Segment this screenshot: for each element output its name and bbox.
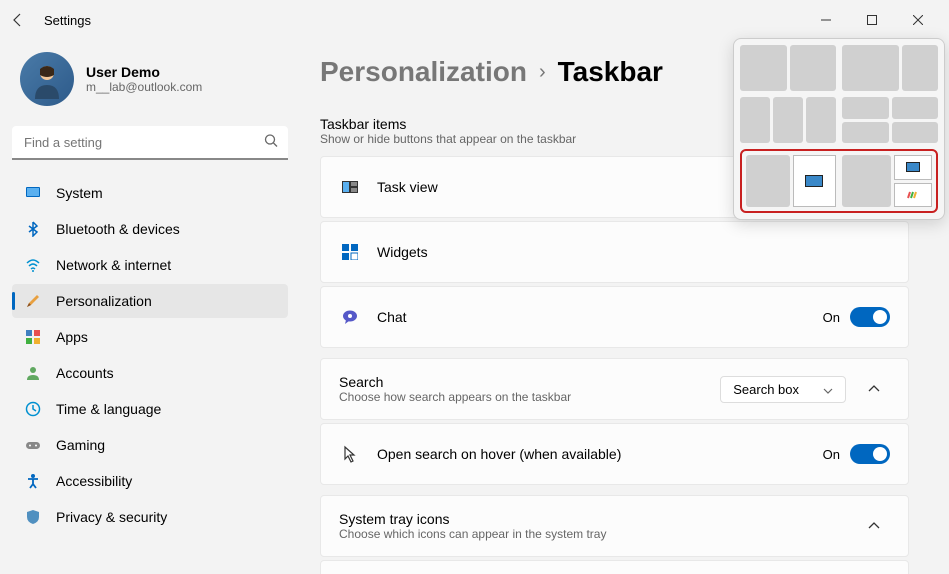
- snap-preview-icon: [894, 155, 932, 180]
- tray-section: System tray icons Choose which icons can…: [320, 495, 909, 557]
- nav-label: Network & internet: [56, 257, 171, 273]
- nav: System Bluetooth & devices Network & int…: [12, 176, 288, 534]
- nav-bluetooth[interactable]: Bluetooth & devices: [12, 212, 288, 246]
- snap-layout-3col[interactable]: [740, 97, 836, 143]
- accessibility-icon: [24, 472, 42, 490]
- search-input[interactable]: [12, 126, 288, 160]
- nav-privacy[interactable]: Privacy & security: [12, 500, 288, 534]
- tray-expand-button[interactable]: [858, 510, 890, 542]
- nav-label: Time & language: [56, 401, 161, 417]
- nav-label: Accessibility: [56, 473, 132, 489]
- search-appearance-dropdown[interactable]: Search box: [720, 376, 846, 403]
- titlebar: Settings: [0, 0, 949, 40]
- chat-label: Chat: [377, 309, 823, 325]
- snap-layouts-overlay: [733, 38, 945, 220]
- nav-apps[interactable]: Apps: [12, 320, 288, 354]
- breadcrumb-parent[interactable]: Personalization: [320, 56, 527, 88]
- search-hover-toggle[interactable]: [850, 444, 890, 464]
- sidebar: User Demo m__lab@outlook.com System Blue…: [0, 40, 300, 574]
- snap-layout-active-1[interactable]: [746, 155, 836, 207]
- nav-label: Apps: [56, 329, 88, 345]
- snap-layout-2col-wide[interactable]: [842, 45, 938, 91]
- nav-system[interactable]: System: [12, 176, 288, 210]
- apps-icon: [24, 328, 42, 346]
- snap-layout-2col[interactable]: [740, 45, 836, 91]
- cursor-icon: [339, 445, 361, 463]
- search-box: [12, 126, 288, 160]
- nav-personalization[interactable]: Personalization: [12, 284, 288, 318]
- clock-icon: [24, 400, 42, 418]
- chat-icon: [339, 309, 361, 325]
- snap-highlight-row: [740, 149, 938, 213]
- snap-preview-icon: [894, 183, 932, 208]
- shield-icon: [24, 508, 42, 526]
- widgets-label: Widgets: [377, 244, 890, 260]
- chat-toggle[interactable]: [850, 307, 890, 327]
- search-section: Search Choose how search appears on the …: [320, 358, 909, 420]
- nav-label: System: [56, 185, 103, 201]
- chat-setting: Chat On: [320, 286, 909, 348]
- chevron-right-icon: ›: [539, 61, 546, 84]
- close-button[interactable]: [895, 4, 941, 36]
- system-icon: [24, 184, 42, 202]
- search-expand-button[interactable]: [858, 373, 890, 405]
- breadcrumb-current: Taskbar: [558, 56, 663, 88]
- nav-label: Accounts: [56, 365, 114, 381]
- brush-icon: [24, 292, 42, 310]
- person-icon: [24, 364, 42, 382]
- snap-preview-icon: [793, 155, 837, 207]
- bluetooth-icon: [24, 220, 42, 238]
- widgets-icon: [339, 244, 361, 260]
- nav-label: Personalization: [56, 293, 152, 309]
- pen-menu-setting: Pen menu Show pen menu icon when pen is …: [320, 560, 909, 574]
- snap-layout-active-2[interactable]: [842, 155, 932, 207]
- nav-accessibility[interactable]: Accessibility: [12, 464, 288, 498]
- chevron-down-icon: [823, 382, 833, 397]
- search-hover-label: Open search on hover (when available): [377, 446, 823, 462]
- avatar: [20, 52, 74, 106]
- profile-email: m__lab@outlook.com: [86, 80, 202, 94]
- nav-label: Gaming: [56, 437, 105, 453]
- chat-toggle-label: On: [823, 310, 840, 325]
- nav-label: Bluetooth & devices: [56, 221, 180, 237]
- profile-name: User Demo: [86, 64, 202, 80]
- back-button[interactable]: [8, 10, 28, 30]
- profile[interactable]: User Demo m__lab@outlook.com: [12, 40, 288, 126]
- search-hover-toggle-label: On: [823, 447, 840, 462]
- nav-gaming[interactable]: Gaming: [12, 428, 288, 462]
- widgets-setting: Widgets: [320, 221, 909, 283]
- gamepad-icon: [24, 436, 42, 454]
- task-view-icon: [339, 181, 361, 193]
- minimize-button[interactable]: [803, 4, 849, 36]
- nav-accounts[interactable]: Accounts: [12, 356, 288, 390]
- nav-network[interactable]: Network & internet: [12, 248, 288, 282]
- nav-time[interactable]: Time & language: [12, 392, 288, 426]
- snap-layout-4grid[interactable]: [842, 97, 938, 143]
- maximize-button[interactable]: [849, 4, 895, 36]
- window-title: Settings: [44, 13, 91, 28]
- search-hover-setting: Open search on hover (when available) On: [320, 423, 909, 485]
- search-icon: [264, 134, 278, 153]
- nav-label: Privacy & security: [56, 509, 167, 525]
- wifi-icon: [24, 256, 42, 274]
